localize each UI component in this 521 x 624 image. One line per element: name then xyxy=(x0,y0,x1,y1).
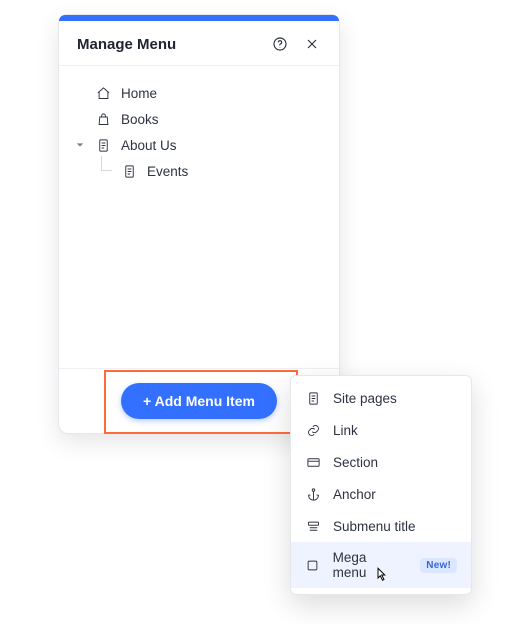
panel-header: Manage Menu xyxy=(59,21,339,66)
panel-header-actions xyxy=(271,35,321,53)
page-icon xyxy=(121,163,137,179)
section-icon xyxy=(305,454,321,470)
tree-item-books[interactable]: Books xyxy=(73,106,329,132)
home-icon xyxy=(95,85,111,101)
dropdown-item-link[interactable]: Link xyxy=(291,414,471,446)
dropdown-item-mega-menu[interactable]: Mega menu New! xyxy=(291,542,471,588)
menu-tree: Home Books About Us Events xyxy=(59,66,339,192)
dropdown-item-site-pages[interactable]: Site pages xyxy=(291,382,471,414)
square-icon xyxy=(305,557,321,573)
help-icon[interactable] xyxy=(271,35,289,53)
tree-item-label: About Us xyxy=(121,138,177,153)
dropdown-item-label: Site pages xyxy=(333,391,397,406)
tree-item-label: Events xyxy=(147,164,188,179)
tree-item-home[interactable]: Home xyxy=(73,80,329,106)
add-menu-item-button[interactable]: + Add Menu Item xyxy=(121,383,277,419)
tree-item-about-us[interactable]: About Us xyxy=(73,132,329,158)
bag-icon xyxy=(95,111,111,127)
dropdown-item-label: Mega menu xyxy=(333,550,403,580)
page-icon xyxy=(95,137,111,153)
tree-item-events[interactable]: Events xyxy=(73,158,329,184)
dropdown-item-section[interactable]: Section xyxy=(291,446,471,478)
chevron-down-icon[interactable] xyxy=(75,140,85,150)
add-menu-item-dropdown: Site pages Link Section Anchor Submenu t… xyxy=(290,375,472,595)
anchor-icon xyxy=(305,486,321,502)
tree-connector xyxy=(101,156,112,171)
link-icon xyxy=(305,422,321,438)
dropdown-item-label: Anchor xyxy=(333,487,376,502)
new-badge: New! xyxy=(420,558,457,573)
dropdown-item-label: Submenu title xyxy=(333,519,416,534)
manage-menu-panel: Manage Menu Home Books xyxy=(58,14,340,434)
submenu-icon xyxy=(305,518,321,534)
dropdown-item-anchor[interactable]: Anchor xyxy=(291,478,471,510)
dropdown-item-label: Link xyxy=(333,423,358,438)
tree-item-label: Books xyxy=(121,112,159,127)
close-icon[interactable] xyxy=(303,35,321,53)
dropdown-item-label: Section xyxy=(333,455,378,470)
page-icon xyxy=(305,390,321,406)
dropdown-item-submenu-title[interactable]: Submenu title xyxy=(291,510,471,542)
tree-item-label: Home xyxy=(121,86,157,101)
panel-title: Manage Menu xyxy=(77,36,176,53)
